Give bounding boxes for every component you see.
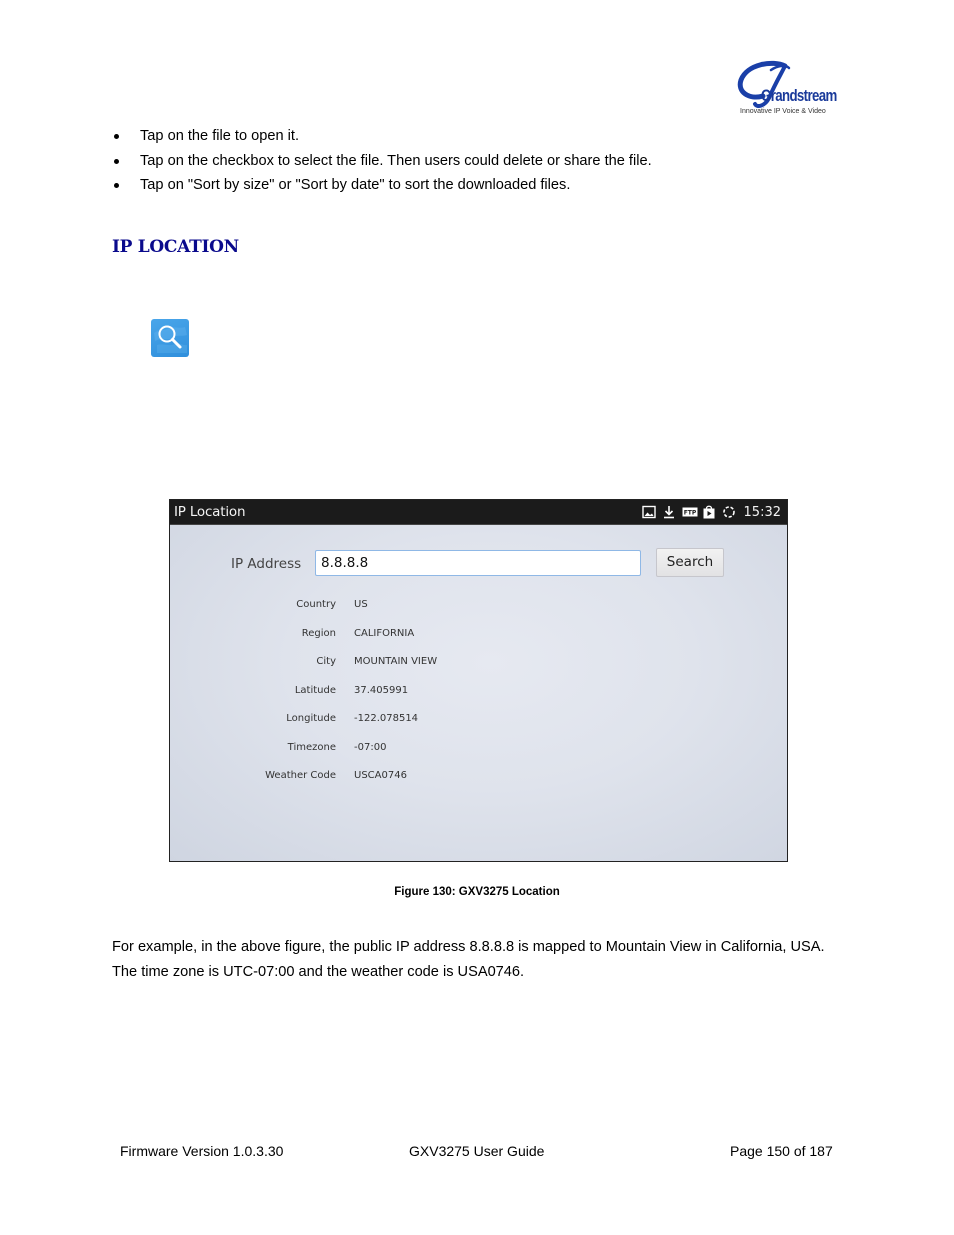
body-paragraph: For example, in the above figure, the pu… [112, 939, 825, 980]
logo-brand-text: Grandstream [761, 86, 837, 105]
status-bar: IP Location FTP 15:32 [170, 500, 787, 525]
result-value: CALIFORNIA [354, 627, 415, 639]
result-value: -07:00 [354, 741, 387, 753]
result-row-country: Country US [170, 599, 787, 615]
bullet-item: Tap on the file to open it. [112, 124, 652, 149]
bullet-item: Tap on the checkbox to select the file. … [112, 149, 652, 174]
result-row-weather-code: Weather Code USCA0746 [170, 770, 787, 786]
result-row-longitude: Longitude -122.078514 [170, 713, 787, 729]
sync-icon [722, 505, 736, 519]
result-key: Timezone [287, 741, 336, 753]
footer-page-number: Page 150 of 187 [730, 1143, 833, 1159]
result-key: Longitude [286, 713, 336, 724]
ftp-icon: FTP [682, 505, 698, 519]
result-row-city: City MOUNTAIN VIEW [170, 656, 787, 672]
footer-firmware-version: Firmware Version 1.0.3.30 [120, 1143, 284, 1159]
bullet-dot-icon [114, 134, 119, 139]
bullet-text: Tap on the file to open it. [140, 128, 300, 144]
result-value: USCA0746 [354, 770, 407, 781]
result-value: US [354, 599, 368, 610]
svg-text:FTP: FTP [683, 510, 696, 517]
result-value: MOUNTAIN VIEW [354, 656, 438, 667]
play-store-icon [702, 505, 716, 519]
result-key: Country [296, 599, 336, 610]
bullet-item: Tap on "Sort by size" or "Sort by date" … [112, 173, 652, 198]
download-icon [662, 505, 676, 519]
app-title: IP Location [174, 504, 246, 520]
result-key: Weather Code [265, 770, 336, 781]
image-icon [641, 505, 656, 519]
ip-location-search-icon [151, 319, 189, 357]
result-key: Latitude [294, 684, 336, 696]
bullet-text: Tap on "Sort by size" or "Sort by date" … [140, 177, 571, 193]
section-title: IP LOCATION [112, 237, 239, 257]
logo-tagline: Innovative IP Voice & Video [740, 108, 826, 115]
search-button[interactable]: Search [656, 548, 724, 577]
status-icons: FTP 15:32 [641, 503, 781, 521]
result-row-timezone: Timezone -07:00 [170, 742, 787, 758]
bullet-text: Tap on the checkbox to select the file. … [140, 152, 652, 169]
result-value: -122.078514 [354, 713, 419, 724]
grandstream-logo: Grandstream Innovative IP Voice & Video [735, 60, 840, 118]
figure-caption: Figure 130: GXV3275 Location [394, 886, 560, 898]
ip-address-input[interactable]: 8.8.8.8 [315, 550, 641, 576]
ip-location-screenshot: IP Location FTP 15:32 IP Address 8.8.8.8… [169, 499, 788, 862]
footer-guide-title: GXV3275 User Guide [409, 1143, 545, 1159]
result-key: City [316, 656, 336, 667]
result-key: Region [301, 627, 336, 639]
result-row-region: Region CALIFORNIA [170, 628, 787, 644]
bullet-list: Tap on the file to open it. Tap on the c… [112, 124, 652, 198]
bullet-dot-icon [114, 158, 119, 164]
result-row-latitude: Latitude 37.405991 [170, 685, 787, 701]
ip-address-label: IP Address [231, 556, 302, 572]
bullet-dot-icon [114, 183, 119, 188]
status-clock: 15:32 [743, 504, 781, 520]
result-value: 37.405991 [354, 684, 409, 696]
